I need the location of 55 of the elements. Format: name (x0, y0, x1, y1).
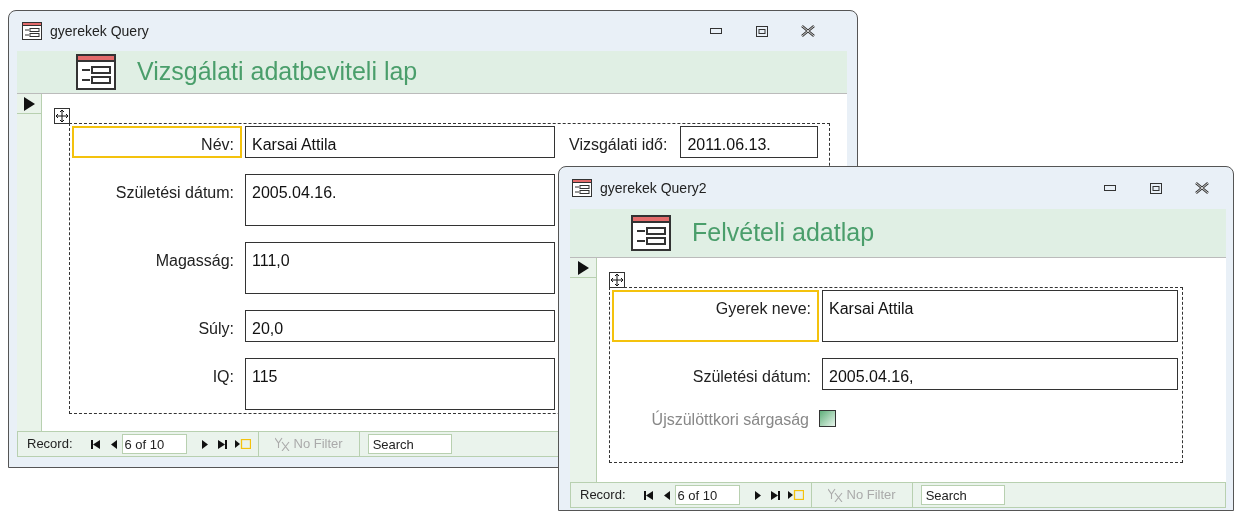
text-field[interactable]: 111,0 (245, 242, 555, 294)
new-record-icon[interactable] (787, 490, 804, 500)
filter-status: No Filter (846, 486, 896, 505)
current-record-icon (577, 260, 589, 275)
text-field[interactable]: 2005.04.16, (822, 358, 1178, 390)
first-record-icon[interactable] (91, 439, 101, 449)
first-record-icon[interactable] (644, 490, 654, 500)
text-field[interactable]: Karsai Attila (822, 290, 1178, 342)
previous-record-icon[interactable] (663, 490, 670, 500)
previous-record-icon[interactable] (110, 439, 117, 449)
current-record-icon (23, 96, 35, 111)
text-field[interactable]: 2005.04.16. (245, 174, 555, 226)
close-icon[interactable] (1195, 182, 1209, 194)
form-icon (630, 215, 672, 251)
next-record-icon[interactable] (201, 439, 208, 449)
filter-status: No Filter (293, 435, 343, 454)
field-label: Név: (72, 126, 242, 158)
field-label: Gyerek neve: (612, 290, 819, 342)
form-icon (572, 179, 592, 197)
window-title: gyerekek Query2 (600, 178, 708, 198)
field-label: Súly: (197, 319, 235, 339)
window-title: gyerekek Query (50, 21, 150, 41)
text-field[interactable]: 2011.06.13. (680, 126, 819, 158)
text-field[interactable]: 20,0 (245, 310, 555, 342)
form-icon (22, 22, 42, 40)
text-field[interactable]: 115 (245, 358, 555, 410)
minimize-icon[interactable] (710, 28, 722, 34)
search-field[interactable]: Search (367, 434, 452, 454)
field-label: Születési dátum: (691, 367, 812, 387)
last-record-icon[interactable] (218, 439, 228, 449)
field-label: IQ: (211, 367, 235, 387)
search-field[interactable]: Search (920, 485, 1005, 505)
restore-icon[interactable] (756, 25, 768, 37)
form-heading: Vizsgálati adatbeviteli lap (137, 56, 418, 88)
form-icon (75, 54, 117, 90)
close-icon[interactable] (801, 25, 815, 37)
next-record-icon[interactable] (754, 490, 761, 500)
checkbox-label: Újszülöttkori sárgaság (651, 409, 809, 430)
new-record-icon[interactable] (234, 439, 251, 449)
form-heading: Felvételi adatlap (692, 217, 875, 249)
minimize-icon[interactable] (1104, 185, 1116, 191)
record-label: Record: (580, 486, 626, 505)
filter-icon (827, 488, 843, 502)
field-label: Vizsgálati idő: (568, 135, 669, 155)
record-number-field[interactable]: 6 of 10 (674, 485, 740, 505)
record-number-field[interactable]: 6 of 10 (121, 434, 187, 454)
field-label: Születési dátum: (114, 183, 235, 203)
filter-icon (274, 437, 290, 451)
last-record-icon[interactable] (771, 490, 781, 500)
restore-icon[interactable] (1150, 182, 1162, 194)
move-handle-icon[interactable] (609, 272, 625, 288)
field-label: Magasság: (154, 251, 235, 271)
text-field[interactable]: Karsai Attila (245, 126, 555, 158)
move-handle-icon[interactable] (54, 108, 70, 124)
record-label: Record: (27, 435, 73, 454)
